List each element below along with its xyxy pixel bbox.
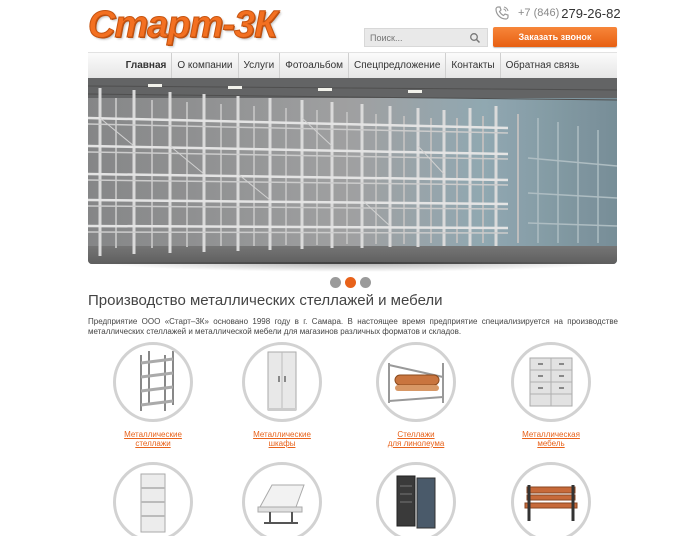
phone-number[interactable]: 279-26-82: [561, 6, 620, 21]
nav-item-feedback[interactable]: Обратная связь: [501, 53, 585, 78]
product-link-line1: Металлическая: [522, 430, 580, 439]
product-link-line2: мебель: [537, 439, 565, 448]
product-card: [346, 462, 486, 536]
bench-seating-icon[interactable]: [242, 462, 322, 536]
slider-dot-1[interactable]: [330, 277, 341, 288]
product-link[interactable]: Стеллажи для линолеума: [346, 430, 486, 448]
site-logo[interactable]: Старт-3К: [88, 4, 279, 47]
product-card: Металлические стеллажи: [83, 342, 223, 448]
shop-shelf-icon[interactable]: [113, 462, 193, 536]
product-card: [83, 462, 223, 536]
hero-slider[interactable]: [88, 78, 617, 264]
park-bench-icon[interactable]: [511, 462, 591, 536]
phone-icon: [495, 6, 509, 20]
product-link-line2: стеллажи: [135, 439, 171, 448]
nav-item-services[interactable]: Услуги: [239, 53, 281, 78]
search-icon[interactable]: [469, 32, 481, 44]
product-link-line1: Металлические: [253, 430, 311, 439]
logo-text: Старт-3К: [88, 4, 279, 47]
intro-text: Предприятие ООО «Старт–3К» основано 1998…: [88, 317, 618, 336]
metal-cabinet-icon[interactable]: [242, 342, 322, 422]
server-cabinet-icon[interactable]: [376, 462, 456, 536]
nav-item-photo-album[interactable]: Фотоальбом: [280, 53, 350, 78]
product-link-line2: шкафы: [268, 439, 296, 448]
product-link-line2: для линолеума: [387, 439, 445, 448]
slider-shadow: [92, 262, 613, 272]
phone-block: +7 (846) 279-26-82: [494, 4, 621, 22]
slider-dot-2[interactable]: [345, 277, 356, 288]
product-card: Металлические шкафы: [212, 342, 352, 448]
product-card: [212, 462, 352, 536]
phone-code: +7 (846): [518, 7, 560, 19]
nav-item-home[interactable]: Главная: [121, 53, 173, 78]
metal-furniture-icon[interactable]: [511, 342, 591, 422]
metal-shelving-icon[interactable]: [113, 342, 193, 422]
slider-pagination: [330, 277, 371, 288]
product-card: Металлическая мебель: [481, 342, 621, 448]
search-input[interactable]: [365, 29, 469, 46]
product-link[interactable]: Металлические стеллажи: [83, 430, 223, 448]
product-link[interactable]: Металлическая мебель: [481, 430, 621, 448]
slider-dot-3[interactable]: [360, 277, 371, 288]
nav-item-contacts[interactable]: Контакты: [446, 53, 501, 78]
nav-item-special-offer[interactable]: Спецпредложение: [349, 53, 447, 78]
product-card[interactable]: [481, 462, 621, 536]
page-title: Производство металлических стеллажей и м…: [88, 292, 443, 309]
product-link[interactable]: Металлические шкафы: [212, 430, 352, 448]
product-link-line1: Стеллажи: [397, 430, 435, 439]
order-callback-button[interactable]: Заказать звонок: [493, 27, 617, 47]
product-link-line1: Металлические: [124, 430, 182, 439]
nav-item-about[interactable]: О компании: [172, 53, 239, 78]
warehouse-racks-image: [88, 78, 617, 264]
search-box: [364, 28, 488, 47]
product-card: Стеллажи для линолеума: [346, 342, 486, 448]
main-nav: Главная О компании Услуги Фотоальбом Спе…: [88, 52, 617, 78]
linoleum-rack-icon[interactable]: [376, 342, 456, 422]
